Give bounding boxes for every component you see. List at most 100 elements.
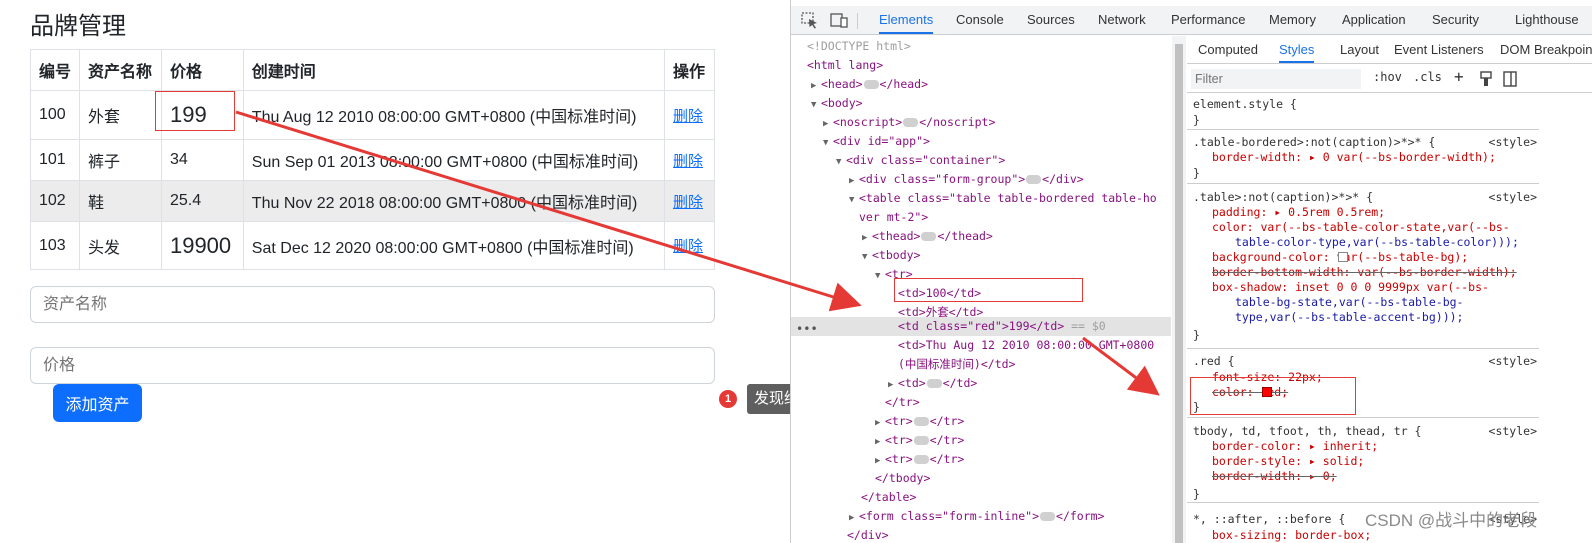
tab-computed[interactable]: Computed bbox=[1198, 36, 1258, 63]
delete-link[interactable]: 删除 bbox=[673, 153, 703, 170]
styles-pane: Computed Styles Layout Event Listeners D… bbox=[1187, 36, 1592, 543]
bg-color-swatch[interactable] bbox=[1338, 252, 1348, 262]
dom-node[interactable]: ▶ <noscript> </noscript> bbox=[823, 113, 995, 132]
rule-selector[interactable]: *, ::after, ::before { bbox=[1193, 512, 1345, 527]
dom-node[interactable]: ▶ <td> </td> bbox=[888, 374, 977, 393]
rule-source[interactable]: <style> bbox=[1489, 424, 1537, 439]
dom-node[interactable]: ▶ <head> </head> bbox=[811, 75, 928, 94]
dom-node[interactable]: <html lang> bbox=[807, 56, 883, 75]
new-rule-icon[interactable]: + bbox=[1454, 67, 1464, 86]
dom-node[interactable]: <td>Thu Aug 12 2010 08:00:00 GMT+0800 bbox=[898, 336, 1154, 355]
delete-link[interactable]: 删除 bbox=[673, 108, 703, 125]
price-input[interactable] bbox=[30, 347, 715, 384]
panel-scrollbar[interactable] bbox=[1172, 36, 1186, 543]
styles-tabbar: Computed Styles Layout Event Listeners D… bbox=[1187, 36, 1592, 64]
inspect-element-icon[interactable] bbox=[800, 11, 820, 29]
css-rule-element-style: element.style { } bbox=[1187, 94, 1539, 130]
rule-declaration[interactable]: color: var(--bs-table-color-state,var(--… bbox=[1212, 220, 1510, 235]
page-title: 品牌管理 bbox=[30, 13, 126, 40]
asset-name-input[interactable] bbox=[30, 286, 715, 323]
tab-sources[interactable]: Sources bbox=[1027, 6, 1075, 34]
table-header-row: 编号 资产名称 价格 创建时间 操作 bbox=[29, 49, 715, 91]
devtools-panel: Elements Console Sources Network Perform… bbox=[790, 0, 1592, 543]
cell-created: Sun Sep 01 2013 08:00:00 GMT+0800 (中国标准时… bbox=[242, 139, 666, 181]
dom-node[interactable]: ▶ <form class="form-inline"> </form> bbox=[849, 507, 1104, 526]
rule-source[interactable]: <style> bbox=[1489, 354, 1537, 369]
tab-console[interactable]: Console bbox=[956, 6, 1004, 34]
rule-declaration[interactable]: border-color: ▸ inherit; bbox=[1212, 439, 1378, 454]
tab-memory[interactable]: Memory bbox=[1269, 6, 1316, 34]
node-actions-icon[interactable]: ••• bbox=[796, 322, 818, 336]
device-toolbar-icon[interactable] bbox=[829, 11, 849, 29]
cell-name: 鞋 bbox=[79, 180, 162, 222]
rule-declaration[interactable]: border-style: ▸ solid; bbox=[1212, 454, 1364, 469]
rule-declaration[interactable]: border-width: ▸ 0 var(--bs-border-width)… bbox=[1212, 150, 1496, 165]
cell-id: 100 bbox=[29, 90, 81, 140]
rule-close: } bbox=[1193, 113, 1200, 127]
scrollbar-thumb[interactable] bbox=[1175, 44, 1183, 543]
tab-elements[interactable]: Elements bbox=[879, 6, 934, 34]
rule-source[interactable]: <style> bbox=[1489, 135, 1537, 150]
rule-declaration[interactable]: background-color: var(--bs-table-bg); bbox=[1212, 250, 1468, 265]
tab-performance[interactable]: Performance bbox=[1171, 6, 1245, 34]
header-created: 创建时间 bbox=[242, 49, 666, 91]
rule-declaration-overridden[interactable]: border-bottom-width: var(--bs-border-wid… bbox=[1212, 265, 1517, 280]
rule-declaration[interactable]: box-sizing: border-box; bbox=[1212, 528, 1371, 543]
dom-node[interactable]: <!DOCTYPE html> bbox=[807, 37, 911, 56]
tab-event-listeners[interactable]: Event Listeners bbox=[1394, 36, 1484, 63]
cell-name: 外套 bbox=[79, 90, 162, 140]
css-highlight-box bbox=[1190, 377, 1356, 415]
dom-node[interactable]: ▼ <div id="app"> bbox=[823, 132, 930, 151]
cell-action: 删除 bbox=[664, 90, 715, 140]
cls-toggle[interactable]: .cls bbox=[1413, 70, 1442, 84]
cell-created: Sat Dec 12 2020 08:00:00 GMT+0800 (中国标准时… bbox=[242, 221, 666, 270]
tab-lighthouse[interactable]: Lighthouse bbox=[1515, 6, 1579, 34]
tab-styles[interactable]: Styles bbox=[1279, 36, 1315, 63]
rule-declaration[interactable]: padding: ▸ 0.5rem 0.5rem; bbox=[1212, 205, 1385, 220]
rule-declaration-cont: type,var(--bs-table-accent-bg))); bbox=[1235, 310, 1464, 324]
delete-link[interactable]: 删除 bbox=[673, 194, 703, 211]
hov-toggle[interactable]: :hov bbox=[1373, 70, 1402, 84]
tab-security[interactable]: Security bbox=[1432, 6, 1479, 34]
cell-id: 102 bbox=[29, 180, 81, 222]
header-name: 资产名称 bbox=[79, 49, 162, 91]
header-id: 编号 bbox=[29, 49, 81, 91]
rule-source[interactable]: <style> bbox=[1489, 190, 1537, 205]
dom-highlight-box bbox=[894, 278, 1083, 302]
annotation-number: 1 bbox=[719, 390, 737, 408]
rule-selector[interactable]: tbody, td, tfoot, th, thead, tr { bbox=[1193, 424, 1421, 439]
rule-selector[interactable]: .table-bordered>:not(caption)>*>* { bbox=[1193, 135, 1435, 150]
dom-node[interactable]: ▶ <tr> </tr> bbox=[875, 450, 964, 469]
cell-price: 34 bbox=[160, 139, 244, 181]
dom-node[interactable]: </table> bbox=[861, 488, 916, 507]
dom-node-selected[interactable]: <td class="red">199</td> == $0 bbox=[791, 317, 1171, 336]
rule-selector[interactable]: .table>:not(caption)>*>* { bbox=[1193, 190, 1373, 205]
dom-node[interactable]: ▼ <div class="container"> bbox=[836, 151, 1005, 170]
rule-selector[interactable]: .red { bbox=[1193, 354, 1235, 369]
add-asset-button[interactable]: 添加资产 bbox=[53, 384, 142, 422]
dom-node[interactable]: ▼ <body> bbox=[811, 94, 863, 113]
dom-node[interactable]: ▶ <tr> </tr> bbox=[875, 431, 964, 450]
table-row: 102 鞋 25.4 Thu Nov 22 2018 08:00:00 GMT+… bbox=[29, 180, 715, 222]
dom-node[interactable]: ▼ <table class="table table-bordered tabl… bbox=[849, 189, 1157, 208]
paint-brush-icon[interactable] bbox=[1479, 71, 1493, 87]
dom-node[interactable]: </tbody> bbox=[875, 469, 930, 488]
dom-node[interactable]: ▶ <div class="form-group"> </div> bbox=[849, 170, 1084, 189]
tab-dom-breakpoints[interactable]: DOM Breakpoints bbox=[1500, 36, 1592, 63]
table-row: 100 外套 199 Thu Aug 12 2010 08:00:00 GMT+… bbox=[29, 90, 715, 140]
delete-link[interactable]: 删除 bbox=[673, 238, 703, 255]
tab-application[interactable]: Application bbox=[1342, 6, 1406, 34]
dom-node[interactable]: </div> bbox=[847, 526, 889, 543]
sidebar-toggle-icon[interactable] bbox=[1503, 71, 1517, 87]
dom-node[interactable]: ▶ <tr> </tr> bbox=[875, 412, 964, 431]
tab-layout[interactable]: Layout bbox=[1340, 36, 1379, 63]
rule-selector[interactable]: element.style { bbox=[1193, 97, 1297, 112]
rule-declaration-overridden[interactable]: border-width: ▸ 0; bbox=[1212, 469, 1337, 484]
styles-filter-input[interactable] bbox=[1191, 69, 1361, 89]
tab-network[interactable]: Network bbox=[1098, 6, 1146, 34]
rule-declaration[interactable]: box-shadow: inset 0 0 0 9999px var(--bs- bbox=[1212, 280, 1489, 295]
dom-node[interactable]: </tr> bbox=[885, 393, 920, 412]
dom-node-continued: (中国标准时间)</td> bbox=[898, 357, 1016, 371]
dom-node[interactable]: ▶ <thead> </thead> bbox=[862, 227, 993, 246]
dom-node[interactable]: ▼ <tbody> bbox=[862, 246, 920, 265]
